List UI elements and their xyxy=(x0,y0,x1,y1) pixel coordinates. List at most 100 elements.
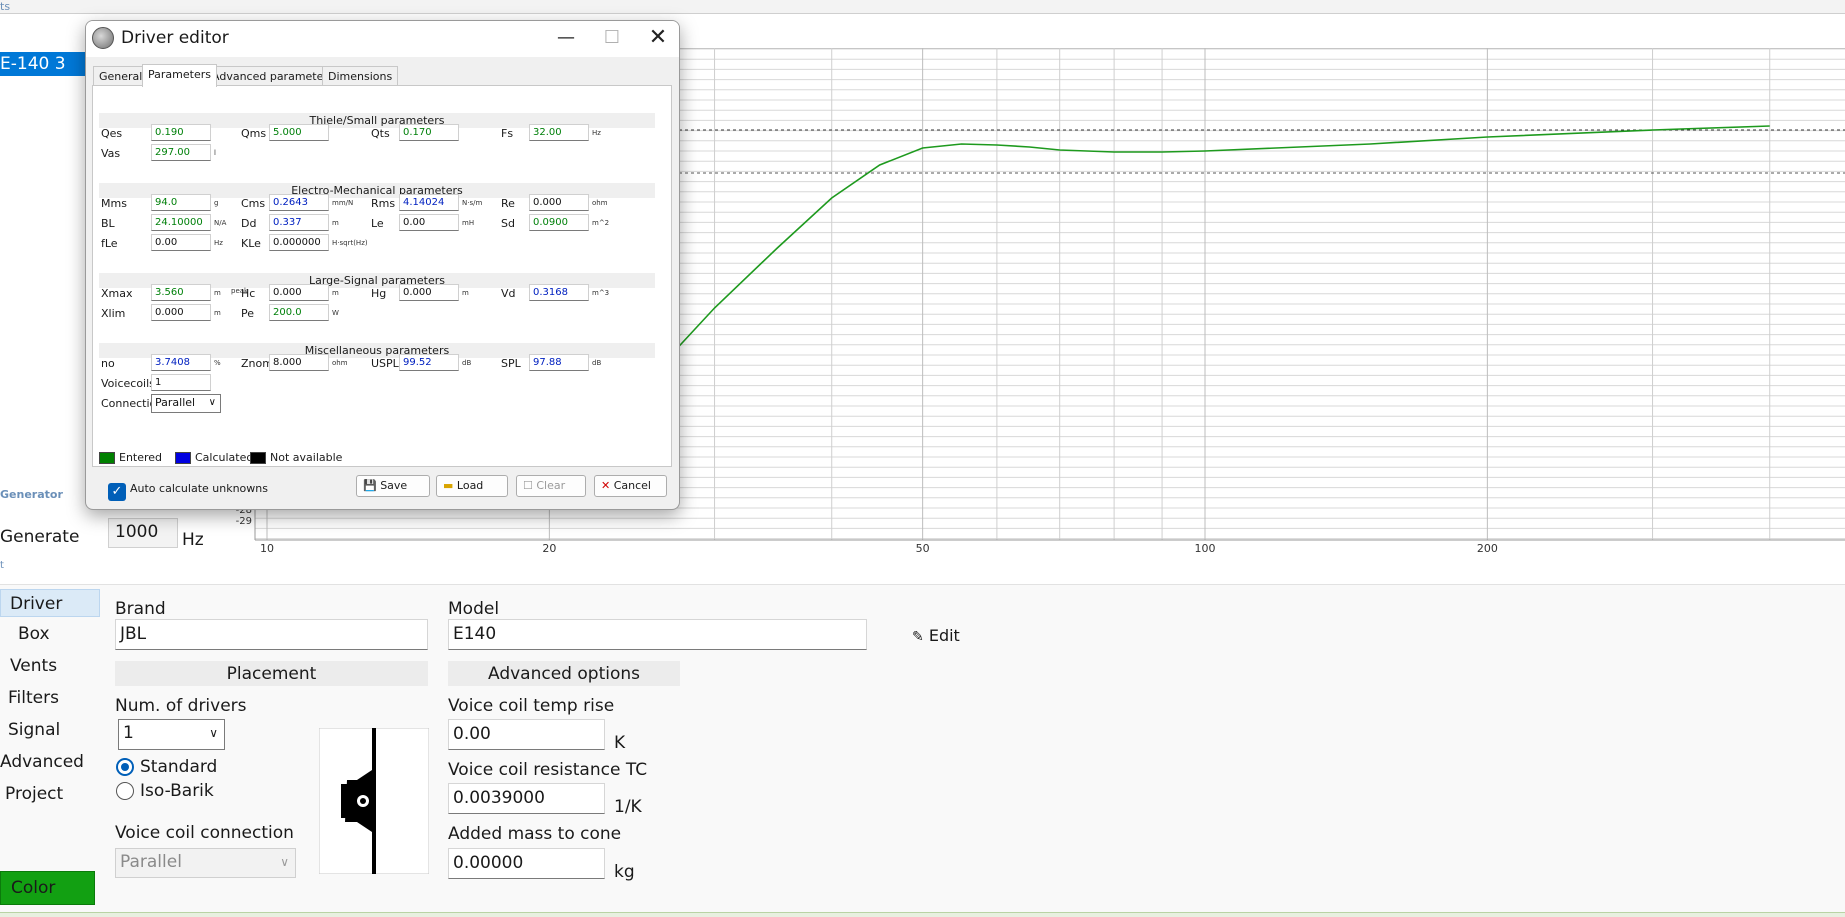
standard-radio[interactable] xyxy=(116,758,134,776)
param-sd-unit: m^2 xyxy=(592,219,610,227)
param-pe-input[interactable]: 200.0 xyxy=(269,304,329,321)
param-spl-input[interactable]: 97.88 xyxy=(529,354,589,371)
param-cms-unit: mm/N xyxy=(332,199,354,207)
clear-button[interactable]: ☐ Clear xyxy=(516,475,586,497)
vc-res-input[interactable]: 0.0039000 xyxy=(448,783,605,814)
param-qes-input[interactable]: 0.190 xyxy=(151,124,211,141)
legend-entered-swatch xyxy=(99,452,115,464)
param-fs-input[interactable]: 32.00 xyxy=(529,124,589,141)
generator-frequency-input[interactable]: 1000 xyxy=(108,518,178,548)
param-znom-unit: ohm xyxy=(332,359,348,367)
param-le-label: Le xyxy=(371,217,384,230)
chart-x-tick-labels: 10 20 50 100 200 xyxy=(260,542,1498,555)
param-fle-input[interactable]: 0.00 xyxy=(151,234,211,251)
param-no-input[interactable]: 3.7408 xyxy=(151,354,211,371)
param-le-input[interactable]: 0.00 xyxy=(399,214,459,231)
connection-select[interactable]: Parallel ∨ xyxy=(151,394,221,413)
generate-button[interactable]: Generate xyxy=(0,527,79,547)
minimize-button[interactable]: — xyxy=(543,21,589,57)
param-qts-label: Qts xyxy=(371,127,390,140)
maximize-button[interactable]: ☐ xyxy=(589,21,635,57)
param-cms-input[interactable]: 0.2643 xyxy=(269,194,329,211)
tab-general[interactable]: General xyxy=(93,66,149,86)
param-bl-label: BL xyxy=(101,217,115,230)
param-xlim-input[interactable]: 0.000 xyxy=(151,304,211,321)
vc-connection-value: Parallel xyxy=(120,852,182,872)
check-icon: ✓ xyxy=(111,484,123,499)
tab-parameters[interactable]: Parameters xyxy=(142,64,217,87)
param-rms-input[interactable]: 4.14024 xyxy=(399,194,459,211)
nav-advanced[interactable]: Advanced xyxy=(0,752,84,772)
param-fs-label: Fs xyxy=(501,127,514,140)
generator-section-label: Generator xyxy=(0,488,63,501)
nav-signal[interactable]: Signal xyxy=(8,720,60,740)
close-button[interactable]: ✕ xyxy=(635,21,679,57)
vc-temp-input[interactable]: 0.00 xyxy=(448,719,605,750)
param-bl-input[interactable]: 24.10000 xyxy=(151,214,211,231)
param-bl-unit: N/A xyxy=(214,219,227,227)
cancel-label: Cancel xyxy=(613,479,651,492)
param-dd-input[interactable]: 0.337 xyxy=(269,214,329,231)
vc-temp-unit: K xyxy=(614,733,626,753)
edit-driver-button[interactable]: ✎ Edit xyxy=(912,626,960,645)
isobarik-label: Iso-Barik xyxy=(140,781,214,801)
parameters-panel: Thiele/Small parameters Electro-Mechanic… xyxy=(92,85,672,467)
nav-filters[interactable]: Filters xyxy=(8,688,59,708)
status-bar xyxy=(0,912,1845,917)
x-tick-label: 50 xyxy=(916,542,930,555)
nav-box[interactable]: Box xyxy=(18,624,50,644)
model-input[interactable]: E140 xyxy=(448,619,867,650)
num-drivers-select[interactable]: 1 ∨ xyxy=(118,719,225,750)
param-vas-label: Vas xyxy=(101,147,121,160)
param-fle-unit: Hz xyxy=(214,239,223,247)
param-re-unit: ohm xyxy=(592,199,608,207)
brand-input[interactable]: JBL xyxy=(115,619,428,650)
folder-icon: ▬ xyxy=(443,479,454,492)
param-voicecoils-input[interactable]: 1 xyxy=(151,374,211,391)
param-qts-input[interactable]: 0.170 xyxy=(399,124,459,141)
nav-vents[interactable]: Vents xyxy=(10,656,57,676)
param-hg-input[interactable]: 0.000 xyxy=(399,284,459,301)
param-vd-input[interactable]: 0.3168 xyxy=(529,284,589,301)
section-marker: t xyxy=(0,560,4,571)
floppy-icon: 💾 xyxy=(363,479,377,492)
auto-calculate-checkbox[interactable]: ✓ xyxy=(108,483,126,501)
param-qms-input[interactable]: 5.000 xyxy=(269,124,329,141)
param-kle-input[interactable]: 0.000000 xyxy=(269,234,329,251)
speaker-app-icon xyxy=(92,27,114,49)
save-button[interactable]: 💾 Save xyxy=(356,475,430,497)
nav-project[interactable]: Project xyxy=(5,784,63,804)
dialog-titlebar[interactable]: Driver editor — ☐ ✕ xyxy=(86,21,679,57)
load-label: Load xyxy=(456,479,484,492)
dialog-title: Driver editor xyxy=(121,28,229,48)
vc-connection-select[interactable]: Parallel ∨ xyxy=(115,848,296,878)
load-button[interactable]: ▬ Load xyxy=(436,475,508,497)
added-mass-input[interactable]: 0.00000 xyxy=(448,848,605,879)
param-re-input[interactable]: 0.000 xyxy=(529,194,589,211)
param-voicecoils-label: Voicecoils xyxy=(101,377,155,390)
param-vas-input[interactable]: 297.00 xyxy=(151,144,211,161)
param-hc-label: Hc xyxy=(241,287,256,300)
cancel-button[interactable]: ✕ Cancel xyxy=(594,475,667,497)
placement-header: Placement xyxy=(115,661,428,686)
chevron-down-icon: ∨ xyxy=(280,855,289,869)
param-mms-input[interactable]: 94.0 xyxy=(151,194,211,211)
param-hg-label: Hg xyxy=(371,287,387,300)
param-znom-input[interactable]: 8.000 xyxy=(269,354,329,371)
param-qes-label: Qes xyxy=(101,127,123,140)
param-qms-label: Qms xyxy=(241,127,267,140)
param-sd-input[interactable]: 0.0900 xyxy=(529,214,589,231)
param-hc-input[interactable]: 0.000 xyxy=(269,284,329,301)
nav-driver[interactable]: Driver xyxy=(0,589,100,617)
param-mms-label: Mms xyxy=(101,197,127,210)
legend-calculated-swatch xyxy=(175,452,191,464)
param-pe-unit: W xyxy=(332,309,339,317)
param-uspl-input[interactable]: 99.52 xyxy=(399,354,459,371)
isobarik-radio[interactable] xyxy=(116,782,134,800)
color-button[interactable]: Color xyxy=(0,871,95,905)
project-list-selected-item[interactable]: E-140 3 xyxy=(0,52,85,76)
param-xmax-input[interactable]: 3.560 xyxy=(151,284,211,301)
param-kle-unit: H·sqrt(Hz) xyxy=(332,239,368,247)
tab-dimensions[interactable]: Dimensions xyxy=(322,66,399,86)
tab-advanced-parameters[interactable]: Advanced parameters xyxy=(206,66,340,86)
